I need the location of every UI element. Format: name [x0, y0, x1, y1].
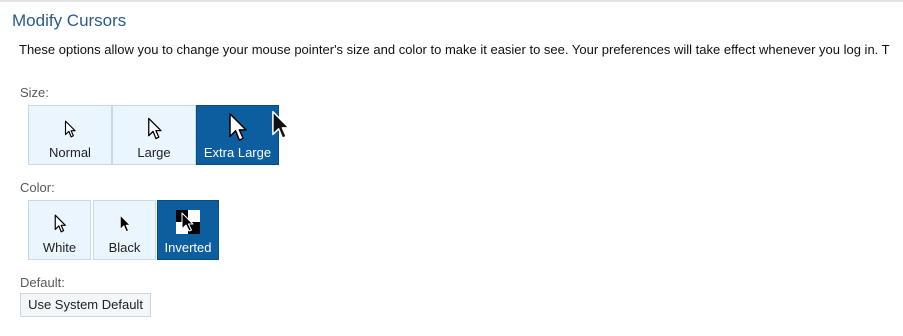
cursor-arrow-white-large-icon: [197, 112, 278, 142]
color-black-label: Black: [108, 240, 141, 255]
size-normal-label: Normal: [49, 145, 91, 160]
default-label: Default:: [20, 275, 65, 290]
top-divider: [0, 0, 903, 2]
color-white-button[interactable]: White: [28, 200, 91, 260]
cursor-arrow-white-medium-icon: [113, 117, 195, 140]
page-description: These options allow you to change your m…: [19, 42, 890, 57]
color-label: Color:: [20, 180, 55, 195]
size-large-label: Large: [137, 145, 171, 160]
size-extra-large-button[interactable]: Extra Large: [196, 105, 279, 165]
color-inverted-label: Inverted: [164, 240, 212, 255]
color-black-button[interactable]: Black: [93, 200, 156, 260]
cursor-arrow-inverted-icon: [158, 210, 218, 234]
size-extra-large-label: Extra Large: [203, 145, 272, 160]
color-inverted-button[interactable]: Inverted: [157, 200, 219, 260]
use-system-default-button[interactable]: Use System Default: [20, 293, 151, 317]
color-white-label: White: [42, 240, 77, 255]
size-large-button[interactable]: Large: [112, 105, 196, 165]
size-normal-button[interactable]: Normal: [28, 105, 112, 165]
page-title: Modify Cursors: [12, 11, 127, 30]
size-label: Size:: [20, 85, 49, 100]
cursor-arrow-white-icon: [29, 214, 90, 233]
cursor-arrow-black-icon: [94, 214, 155, 233]
cursor-arrow-white-small-icon: [29, 120, 111, 138]
mouse-pointer-icon: [271, 109, 290, 146]
